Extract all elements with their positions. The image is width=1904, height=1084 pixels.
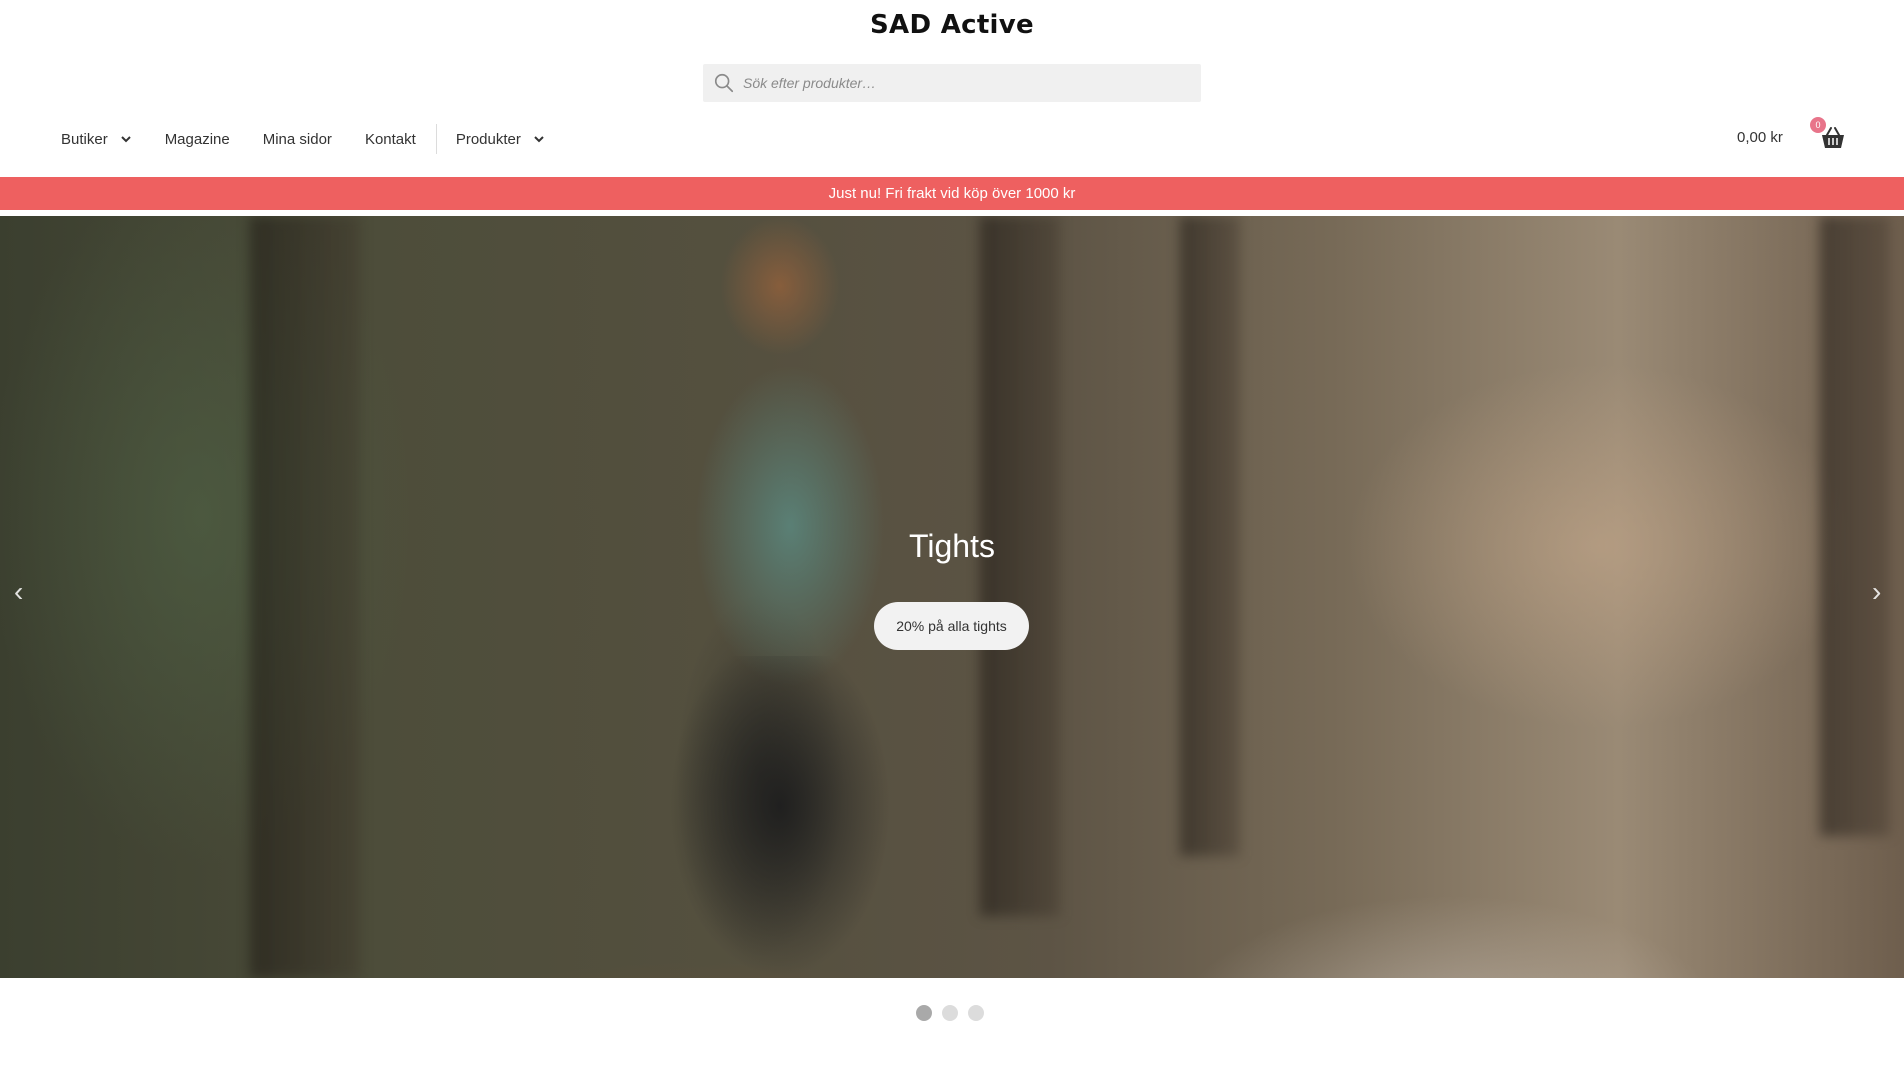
chevron-down-icon — [120, 136, 131, 143]
hero-runner-legs — [665, 656, 895, 978]
promo-banner: Just nu! Fri frakt vid köp över 1000 kr — [0, 177, 1904, 210]
hero-cta-button[interactable]: 20% på alla tights — [874, 602, 1029, 650]
hero-runner-head — [720, 216, 840, 356]
slider-next-arrow[interactable]: › — [1872, 576, 1881, 608]
nav-divider — [435, 124, 437, 154]
site-logo[interactable]: SAD Active — [0, 10, 1904, 40]
nav-item-label: Butiker — [61, 130, 108, 148]
search-icon — [714, 73, 734, 93]
nav-item-mina-sidor[interactable]: Mina sidor — [263, 120, 332, 158]
slider-dots — [916, 1005, 994, 1021]
hero-title: Tights — [909, 528, 995, 564]
nav-item-kontakt[interactable]: Kontakt — [365, 120, 416, 158]
nav-item-label: Magazine — [164, 130, 230, 148]
cart-total[interactable]: 0,00 kr — [1737, 129, 1783, 146]
nav-item-produkter[interactable]: Produkter — [456, 120, 545, 158]
nav-item-label: Kontakt — [364, 130, 416, 148]
slider-dot-1[interactable] — [916, 1005, 932, 1021]
cart-count-badge: 0 — [1810, 117, 1826, 133]
chevron-down-icon — [534, 136, 544, 143]
slider-dot-3[interactable] — [968, 1005, 984, 1021]
search-input[interactable] — [743, 64, 1201, 102]
hero-background-tree — [1820, 216, 1890, 836]
nav-item-label: Produkter — [455, 130, 521, 148]
hero-slider: Tights 20% på alla tights ‹ › — [0, 216, 1904, 978]
hero-background-tree — [980, 216, 1060, 916]
hero-background-tree — [250, 216, 360, 978]
promo-text: Just nu! Fri frakt vid köp över 1000 kr — [828, 185, 1076, 202]
nav-item-butiker[interactable]: Butiker — [61, 120, 132, 158]
slider-dot-2[interactable] — [942, 1005, 958, 1021]
product-search[interactable] — [703, 64, 1201, 102]
hero-runner-top — [690, 356, 890, 686]
nav-item-magazine[interactable]: Magazine — [165, 120, 230, 158]
nav-item-label: Mina sidor — [262, 130, 332, 148]
main-nav: Butiker Magazine Mina sidor Kontakt Prod… — [61, 120, 578, 158]
slider-prev-arrow[interactable]: ‹ — [14, 576, 23, 608]
